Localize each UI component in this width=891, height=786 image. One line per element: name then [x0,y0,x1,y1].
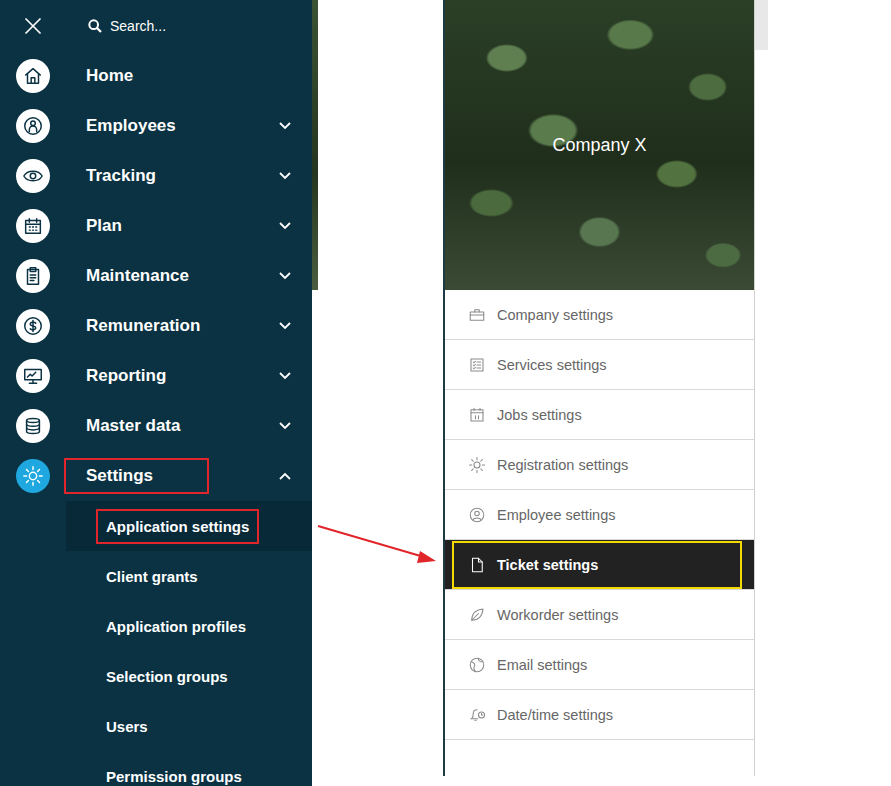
gear-icon [22,465,44,487]
sidebar-subitem-label[interactable]: Client grants [96,559,208,594]
sidebar-item-label[interactable]: Home [64,58,155,94]
database-icon [22,415,44,437]
home-icon [22,65,44,87]
monitor-icon [22,365,44,387]
settings-item-label[interactable]: Company settings [497,307,613,323]
sidebar-item-badge [16,309,50,343]
sidebar-item[interactable]: Remuneration [0,301,312,351]
close-icon-stroke [26,18,41,33]
user-circle-icon [468,506,486,524]
chevron-down-icon[interactable] [279,122,291,130]
sidebar-item[interactable]: Tracking [0,151,312,201]
magnifier-icon [87,18,103,34]
sidebar-item[interactable]: Employees [0,101,312,151]
bell-clock-icon [468,706,486,724]
background-block [755,0,768,50]
clipboard-icon [22,265,44,287]
sidebar-item-badge [16,59,50,93]
chevron-down-icon[interactable] [279,272,291,280]
company-name: Company X [552,135,646,156]
settings-item-label[interactable]: Date/time settings [497,707,613,723]
sidebar-subitem[interactable]: Client grants [66,551,312,601]
sidebar-subitem[interactable]: Application profiles [66,601,312,651]
sidebar-item[interactable]: Settings [0,451,312,501]
annotation-arrow [0,0,891,786]
settings-panel: Company X Company settings Services sett… [443,0,755,776]
sidebar-topbar: Search... [0,0,312,51]
calendar-icon [22,215,44,237]
sidebar-item-badge [16,159,50,193]
settings-item[interactable]: Workorder settings [445,590,754,640]
checklist-icon [468,356,486,374]
sidebar-item-label[interactable]: Settings [64,458,209,494]
gear-icon [468,456,486,474]
settings-item[interactable]: Jobs settings [445,390,754,440]
settings-item[interactable]: Services settings [445,340,754,390]
settings-item-label[interactable]: Email settings [497,657,587,673]
sidebar-item[interactable]: Plan [0,201,312,251]
sidebar-item[interactable]: Master data [0,401,312,451]
highlight-box [452,541,742,589]
briefcase-icon [468,306,486,324]
sidebar-subitem-label[interactable]: Application settings [96,509,259,544]
sidebar-item-badge [16,259,50,293]
chevron-down-icon[interactable] [279,322,291,330]
settings-item-label[interactable]: Employee settings [497,507,615,523]
sidebar-item-label[interactable]: Tracking [64,158,178,194]
sidebar-item-label[interactable]: Employees [64,108,198,144]
settings-item-label[interactable]: Ticket settings [497,557,598,573]
search-placeholder[interactable]: Search... [110,18,166,34]
globe-icon [468,656,486,674]
company-banner: Company X [445,0,754,290]
settings-item[interactable]: Company settings [445,290,754,340]
calendar-icon [468,406,486,424]
sidebar-item[interactable]: Maintenance [0,251,312,301]
screen: Search... Home Employees Tracking Plan M… [0,0,891,786]
settings-item-label[interactable]: Jobs settings [497,407,582,423]
sidebar-item-label[interactable]: Reporting [64,358,188,394]
chevron-down-icon[interactable] [279,172,291,180]
person-icon [22,115,44,137]
sidebar-subitem[interactable]: Application settings [66,501,312,551]
sidebar-subitem[interactable]: Users [66,701,312,751]
chevron-down-icon[interactable] [279,372,291,380]
sidebar-item[interactable]: Home [0,51,312,101]
chevron-up-icon[interactable] [279,472,291,480]
close-icon[interactable] [23,16,43,36]
settings-item-label[interactable]: Registration settings [497,457,628,473]
settings-item-label[interactable]: Workorder settings [497,607,618,623]
sidebar-item-label[interactable]: Maintenance [64,258,211,294]
sidebar-item-badge [16,459,50,493]
eye-icon [22,165,44,187]
settings-item[interactable]: Date/time settings [445,690,754,740]
chevron-down-icon[interactable] [279,422,291,430]
sidebar-item-label[interactable]: Plan [64,208,144,244]
sidebar-subitem-label[interactable]: Application profiles [96,609,256,644]
background-photo-edge [312,0,318,290]
sidebar-item-badge [16,409,50,443]
sidebar-subitem[interactable]: Permission groups [66,751,312,786]
sidebar-item-badge [16,209,50,243]
settings-item[interactable]: Employee settings [445,490,754,540]
settings-item[interactable]: Registration settings [445,440,754,490]
chevron-down-icon[interactable] [279,222,291,230]
sidebar-item[interactable]: Reporting [0,351,312,401]
document-icon [468,556,486,574]
settings-item[interactable]: Ticket settings [445,540,754,590]
sidebar-subitem[interactable]: Selection groups [66,651,312,701]
search-field[interactable]: Search... [87,18,166,34]
sidebar-item-label[interactable]: Master data [64,408,202,444]
sidebar-subitem-label[interactable]: Permission groups [96,759,252,786]
settings-item-label[interactable]: Services settings [497,357,607,373]
sidebar-item-label[interactable]: Remuneration [64,308,222,344]
dollar-icon [22,315,44,337]
sidebar-subitem-label[interactable]: Users [96,709,158,744]
sidebar: Search... Home Employees Tracking Plan M… [0,0,312,786]
settings-item[interactable]: Email settings [445,640,754,690]
sidebar-item-badge [16,359,50,393]
sidebar-item-badge [16,109,50,143]
leaf-icon [468,606,486,624]
sidebar-subitem-label[interactable]: Selection groups [96,659,238,694]
